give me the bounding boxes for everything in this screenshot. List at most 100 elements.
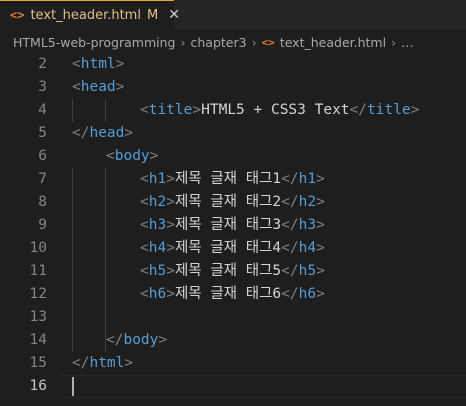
code-line[interactable]: 9 <h3>제목 글재 태그3</h3> (0, 214, 466, 237)
element-text: 제목 글재 태그4 (174, 240, 282, 256)
tag-bracket: < (72, 79, 81, 95)
code-line[interactable]: 5 </head> (0, 122, 466, 145)
tab-label: text_header.html (30, 7, 141, 23)
code-line[interactable]: 14 </body> (0, 329, 466, 352)
code-text: </html> (72, 352, 133, 375)
tag-bracket: > (166, 194, 175, 210)
code-line[interactable]: 2 <html> (0, 53, 466, 76)
tag-name: html (89, 355, 125, 371)
tag-bracket: > (192, 102, 202, 118)
code-line[interactable]: 4 <title>HTML5 + CSS3 Text</title> (0, 99, 466, 122)
tag-bracket: > (316, 263, 325, 279)
tag-bracket: </ (281, 240, 299, 256)
code-line[interactable]: 3 <head> (0, 76, 466, 99)
element-text: 제목 글재 태그5 (174, 263, 282, 279)
tag-bracket: </ (281, 171, 299, 187)
line-number: 13 (29, 309, 47, 325)
code-text: <h3>제목 글재 태그3</h3> (140, 214, 325, 237)
code-line[interactable]: 12 <h6>제목 글재 태그6</h6> (0, 283, 466, 306)
chevron-right-icon: › (251, 34, 257, 50)
tag-name: title (148, 102, 193, 118)
breadcrumb-file[interactable]: text_header.html (280, 35, 386, 50)
element-text: 제목 글재 태그2 (174, 194, 282, 210)
modified-badge: M (146, 7, 159, 23)
tag-bracket: > (124, 355, 134, 371)
tab-text-header[interactable]: <> text_header.html M ✕ (0, 0, 180, 29)
code-line[interactable]: 13 (0, 306, 466, 329)
code-text: <h1>제목 글재 태그1</h1> (140, 168, 325, 191)
line-number: 2 (38, 56, 47, 72)
code-line[interactable]: 6 <body> (0, 145, 466, 168)
tag-name: body (123, 332, 159, 348)
tag-bracket: > (115, 56, 125, 72)
code-line[interactable]: 10 <h4>제목 글재 태그4</h4> (0, 237, 466, 260)
line-number: 4 (38, 102, 47, 118)
tag-bracket: < (140, 217, 149, 233)
tag-bracket: < (140, 263, 149, 279)
code-text: <body> (106, 145, 158, 168)
line-number: 11 (29, 263, 47, 279)
code-text: <title>HTML5 + CSS3 Text</title> (140, 99, 419, 122)
tag-name: h2 (148, 194, 167, 210)
tag-name: title (367, 102, 411, 118)
code-text: <head> (72, 76, 124, 99)
code-text: <html> (72, 53, 124, 76)
chevron-right-icon: › (180, 34, 186, 50)
element-text: 제목 글재 태그1 (174, 171, 282, 187)
tag-name: head (80, 79, 116, 95)
tag-bracket: < (72, 56, 81, 72)
code-text: <h4>제목 글재 태그4</h4> (140, 237, 325, 260)
tag-bracket: < (140, 240, 149, 256)
line-number: 5 (38, 125, 47, 141)
tag-bracket: > (166, 171, 175, 187)
tag-name: h1 (148, 171, 167, 187)
close-icon[interactable]: ✕ (168, 7, 180, 23)
code-editor[interactable]: 2 <html> 3 <head> 4 <title>HTML5 + CSS3 Text<… (0, 53, 466, 406)
code-text: </body> (106, 329, 167, 352)
tag-name: head (89, 125, 125, 141)
tag-bracket: > (166, 286, 175, 302)
html-file-icon: <> (10, 8, 25, 22)
tag-bracket: > (316, 240, 325, 256)
code-line[interactable]: 15 </html> (0, 352, 466, 375)
tag-bracket: > (124, 125, 134, 141)
tag-bracket: </ (281, 194, 299, 210)
tag-bracket: </ (281, 263, 299, 279)
chevron-right-icon: › (391, 34, 397, 50)
code-line[interactable]: 7 <h1>제목 글재 태그1</h1> (0, 168, 466, 191)
breadcrumb-folder-chapter[interactable]: chapter3 (190, 35, 246, 50)
breadcrumb: HTML5-web-programming › chapter3 › <> te… (0, 31, 466, 53)
tag-bracket: < (140, 171, 149, 187)
line-number: 16 (29, 378, 47, 394)
line-number: 7 (38, 171, 47, 187)
line-number: 8 (38, 194, 47, 210)
html-file-icon: <> (261, 35, 275, 49)
tag-bracket: < (140, 102, 149, 118)
line-number: 6 (38, 148, 47, 164)
tag-name: h5 (148, 263, 167, 279)
tag-bracket: </ (281, 217, 299, 233)
code-line[interactable]: 16 (0, 375, 466, 398)
element-text: 제목 글재 태그6 (174, 286, 282, 302)
line-number: 10 (29, 240, 47, 256)
tag-name: h4 (298, 240, 317, 256)
tag-bracket: > (149, 148, 159, 164)
tag-bracket: < (106, 148, 115, 164)
code-line[interactable]: 8 <h2>제목 글재 태그2</h2> (0, 191, 466, 214)
tag-name: h4 (148, 240, 167, 256)
code-text: <h6>제목 글재 태그6</h6> (140, 283, 325, 306)
tag-name: html (80, 56, 116, 72)
tag-bracket: > (316, 194, 325, 210)
breadcrumb-symbols[interactable]: … (401, 35, 414, 50)
tag-bracket: </ (106, 332, 124, 348)
tag-bracket: </ (349, 102, 367, 118)
tag-name: h1 (298, 171, 317, 187)
code-line[interactable]: 11 <h5>제목 글재 태그5</h5> (0, 260, 466, 283)
tag-bracket: > (410, 102, 420, 118)
tag-bracket: > (166, 263, 175, 279)
tag-name: body (114, 148, 150, 164)
tag-name: h6 (148, 286, 167, 302)
breadcrumb-folder-root[interactable]: HTML5-web-programming (13, 35, 175, 50)
tag-bracket: > (158, 332, 168, 348)
tag-bracket: </ (281, 286, 299, 302)
